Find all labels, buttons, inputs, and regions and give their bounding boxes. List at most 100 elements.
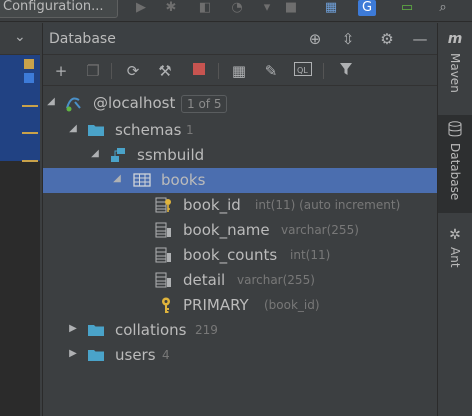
editor-tab[interactable]: ⌄ (0, 23, 40, 55)
column-icon (155, 271, 173, 289)
run-configuration-select[interactable]: Configuration... (0, 0, 118, 18)
toolbar-separator (111, 63, 112, 79)
minimize-icon[interactable]: — (410, 29, 430, 49)
panel-title: Database (49, 31, 116, 47)
folder-icon (87, 346, 105, 364)
main-toolbar: Configuration... ▶ ✱ ◧ ◔ ▾ ■ ▦ G ▭ ⌕ (0, 0, 472, 22)
database-panel: Database ⊕ ⇳ ⚙ — + ❐ ⟳ ⚒ ▦ ✎ QL ◢ @local… (42, 23, 437, 416)
tree-node-table[interactable]: ◢ books (43, 168, 437, 193)
change-marker (22, 105, 38, 107)
ant-tab-label: Ant (448, 247, 462, 268)
right-tool-bar: m Maven Database ✲ Ant (437, 23, 472, 416)
tree-node-label: @localhost (93, 94, 176, 112)
folder-icon (87, 321, 105, 339)
tree-node-column[interactable]: detail varchar(255) (43, 268, 437, 293)
tree-node-column[interactable]: book_name varchar(255) (43, 218, 437, 243)
panel-header: Database ⊕ ⇳ ⚙ — (43, 23, 437, 55)
search-icon[interactable]: ⌕ (434, 0, 452, 16)
refresh-icon[interactable]: ⟳ (123, 61, 143, 81)
add-icon[interactable]: + (51, 61, 71, 81)
column-name: book_name (183, 221, 270, 239)
tree-node-collations[interactable]: ▶ collations 219 (43, 318, 437, 343)
folder-icon (87, 121, 105, 139)
key-icon (157, 296, 175, 314)
node-count: 4 (162, 348, 170, 362)
target-icon[interactable]: ⊕ (305, 29, 325, 49)
run-icon[interactable]: ▶ (132, 0, 150, 16)
column-name: book_id (183, 196, 241, 214)
expand-arrow-icon[interactable]: ▶ (67, 348, 79, 360)
copy-icon[interactable]: ❐ (83, 61, 103, 81)
database-tab[interactable]: Database (438, 115, 472, 213)
table-editor-icon[interactable]: ▦ (229, 61, 249, 81)
database-tab-label: Database (448, 143, 462, 201)
count-badge: 1 of 5 (181, 95, 228, 113)
table-icon (133, 171, 151, 189)
tree-node-schemas[interactable]: ◢ schemas 1 (43, 118, 437, 143)
expand-arrow-icon[interactable]: ▶ (67, 323, 79, 335)
ant-icon: ✲ (449, 227, 461, 243)
tree-node-label: schemas (115, 121, 182, 139)
toolbar-separator (218, 63, 219, 79)
column-key-icon (155, 196, 173, 214)
coverage-icon[interactable]: ◧ (196, 0, 214, 16)
database-tree: ◢ @localhost 1 of 5 ◢ schemas 1 ◢ ssmbui… (43, 87, 437, 416)
column-icon (155, 221, 173, 239)
data-source-properties-icon[interactable]: ⚒ (155, 61, 175, 81)
collapse-all-icon[interactable]: ⇳ (338, 29, 358, 49)
tree-node-key[interactable]: PRIMARY (book_id) (43, 293, 437, 318)
column-type: varchar(255) (237, 273, 315, 287)
schema-icon (109, 146, 127, 164)
expand-arrow-icon[interactable]: ◢ (67, 123, 79, 135)
key-detail: (book_id) (264, 298, 320, 312)
debug-icon[interactable]: ✱ (162, 0, 180, 16)
tree-node-users[interactable]: ▶ users 4 (43, 343, 437, 368)
maven-tab-label: Maven (448, 53, 462, 93)
ant-tab[interactable]: ✲ Ant (438, 223, 472, 283)
database-toolbar: + ❐ ⟳ ⚒ ▦ ✎ QL (43, 56, 437, 86)
column-type: int(11) (290, 248, 331, 262)
tree-node-label: books (161, 171, 206, 189)
database-icon (447, 121, 463, 137)
change-marker (24, 73, 34, 83)
expand-arrow-icon[interactable]: ◢ (45, 96, 57, 108)
stop-icon[interactable] (189, 61, 209, 81)
tree-node-host[interactable]: ◢ @localhost 1 of 5 (43, 91, 437, 116)
edit-icon[interactable]: ✎ (261, 61, 281, 81)
node-count: 219 (195, 323, 218, 337)
tree-node-label: ssmbuild (137, 146, 205, 164)
translate-icon[interactable]: G (358, 0, 376, 16)
editor-gutter: ⌄ (0, 23, 40, 416)
column-name: book_counts (183, 246, 278, 264)
mysql-datasource-icon (65, 94, 83, 112)
key-name: PRIMARY (183, 296, 249, 314)
filter-icon[interactable] (336, 61, 356, 81)
tree-node-label: users (115, 346, 156, 364)
maven-tab[interactable]: m Maven (438, 29, 472, 101)
node-count: 1 (186, 123, 194, 137)
project-structure-icon[interactable]: ▦ (322, 0, 340, 16)
toolbar-separator (323, 63, 324, 79)
expand-arrow-icon[interactable]: ◢ (89, 148, 101, 160)
column-type: varchar(255) (281, 223, 359, 237)
terminal-icon[interactable]: ▭ (398, 0, 416, 16)
gear-icon[interactable]: ⚙ (377, 29, 397, 49)
change-marker (22, 132, 38, 134)
column-name: detail (183, 271, 226, 289)
tree-node-label: collations (115, 321, 187, 339)
svg-text:QL: QL (297, 66, 308, 75)
tree-node-column[interactable]: book_counts int(11) (43, 243, 437, 268)
change-marker (24, 59, 34, 69)
change-marker (22, 160, 38, 162)
chevron-down-icon[interactable]: ⌄ (14, 29, 26, 45)
tree-node-column[interactable]: book_id int(11) (auto increment) (43, 193, 437, 218)
tree-node-schema[interactable]: ◢ ssmbuild (43, 143, 437, 168)
dropdown-chevron-icon[interactable]: ▾ (258, 0, 276, 16)
column-icon (155, 246, 173, 264)
expand-arrow-icon[interactable]: ◢ (111, 173, 123, 185)
query-console-icon[interactable]: QL (293, 61, 313, 81)
column-type: int(11) (auto increment) (255, 198, 401, 212)
profile-icon[interactable]: ◔ (228, 0, 246, 16)
stop-icon[interactable]: ■ (282, 0, 300, 16)
editor-selection (0, 55, 40, 161)
